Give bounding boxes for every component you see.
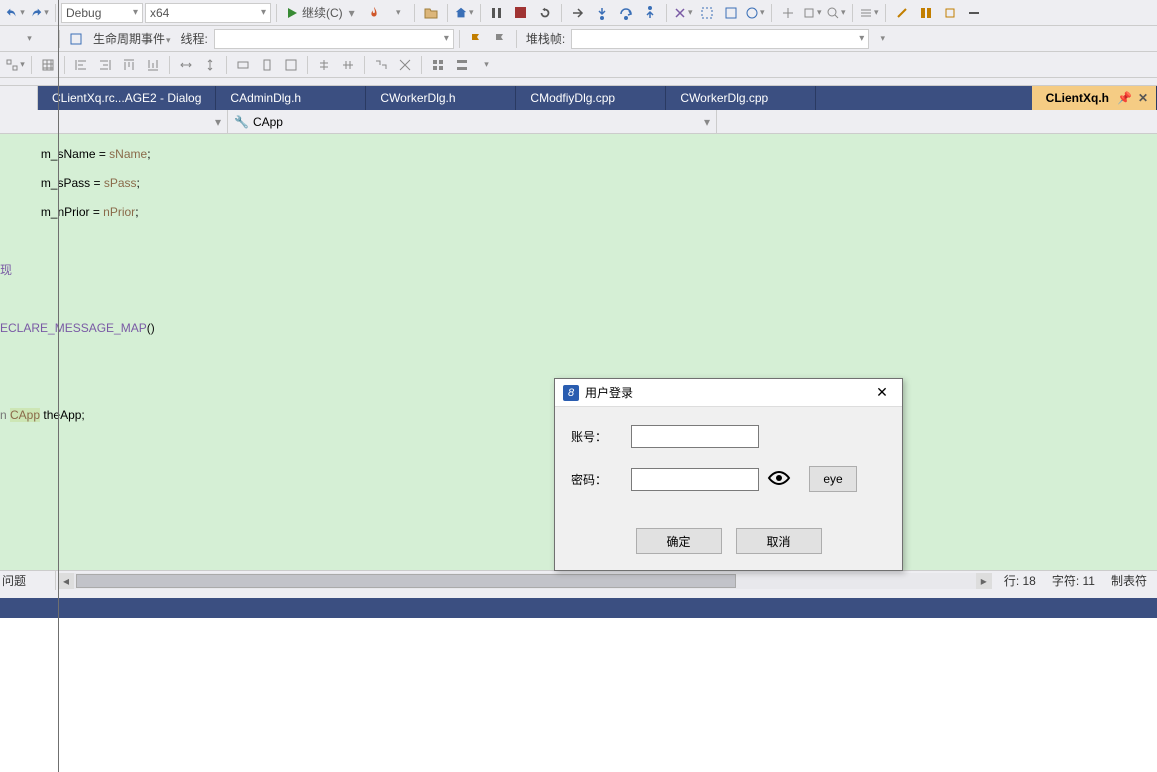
layout-more-icon[interactable]: [475, 54, 497, 76]
cancel-button[interactable]: 取消: [736, 528, 822, 554]
issues-indicator[interactable]: 问题: [0, 571, 56, 590]
stop-icon[interactable]: [510, 2, 532, 24]
tab-cworkerdlg-cpp[interactable]: CWorkerDlg.cpp: [666, 86, 816, 110]
dialog-title: 用户登录: [585, 384, 870, 401]
status-tabs: 制表符: [1111, 572, 1147, 589]
step-out-icon[interactable]: [639, 2, 661, 24]
restart-icon[interactable]: [534, 2, 556, 24]
pause-icon[interactable]: [486, 2, 508, 24]
status-line: 行: 18: [1004, 572, 1036, 589]
tool-d-icon[interactable]: [858, 2, 880, 24]
continue-button[interactable]: 继续(C)▾: [282, 2, 361, 24]
scope-dropdown-left[interactable]: ▾: [0, 110, 228, 133]
guides-icon[interactable]: [394, 54, 416, 76]
vertical-divider: [58, 0, 59, 772]
open-folder-icon[interactable]: [420, 2, 442, 24]
hot-reload-icon[interactable]: [363, 2, 385, 24]
ok-button[interactable]: 确定: [636, 528, 722, 554]
layout-list-icon[interactable]: [451, 54, 473, 76]
thread-dropdown[interactable]: [214, 29, 454, 49]
layout-tool-1[interactable]: [4, 54, 26, 76]
align-right-icon[interactable]: [94, 54, 116, 76]
process-dropdown[interactable]: [4, 28, 54, 50]
tab-cadmindlg-h[interactable]: CAdminDlg.h: [216, 86, 366, 110]
step-into-icon[interactable]: [591, 2, 613, 24]
same-size-icon[interactable]: [280, 54, 302, 76]
center-v-icon[interactable]: [337, 54, 359, 76]
account-label: 账号：: [571, 428, 631, 445]
tool-f-icon[interactable]: [915, 2, 937, 24]
thread-label: 线程:: [181, 30, 208, 47]
tool-h-icon[interactable]: [963, 2, 985, 24]
password-label: 密码：: [571, 471, 631, 488]
grid-icon[interactable]: [37, 54, 59, 76]
same-width-icon[interactable]: [232, 54, 254, 76]
tab-cworkerdlg-h[interactable]: CWorkerDlg.h: [366, 86, 516, 110]
dialog-titlebar[interactable]: 8 用户登录 ✕: [555, 379, 902, 407]
eye-icon[interactable]: [767, 470, 791, 489]
hot-reload-dropdown[interactable]: [387, 2, 409, 24]
redo-button[interactable]: [28, 2, 50, 24]
align-bottom-icon[interactable]: [142, 54, 164, 76]
bottom-panel-strip: [0, 598, 1157, 618]
app-icon: 8: [563, 385, 579, 401]
tab-clientxq-h[interactable]: CLientXq.h📌✕: [1032, 86, 1157, 110]
editor-bottom-bar: 问题 ◂ ▸ 行: 18 字符: 11 制表符: [0, 570, 1157, 590]
class-dropdown[interactable]: 🔧CApp▾: [228, 110, 717, 133]
tool-b-icon[interactable]: [801, 2, 823, 24]
space-v-icon[interactable]: [199, 54, 221, 76]
center-h-icon[interactable]: [313, 54, 335, 76]
toolbar-row-2: 生命周期事件 线程: 堆栈帧:: [0, 26, 1157, 52]
same-height-icon[interactable]: [256, 54, 278, 76]
toolbar-row-3: [0, 52, 1157, 78]
lifecycle-label[interactable]: 生命周期事件: [93, 30, 171, 47]
undo-button[interactable]: [4, 2, 26, 24]
debug-tool-1-icon[interactable]: [672, 2, 694, 24]
stackframe-label: 堆栈帧:: [526, 30, 565, 47]
tool-e-icon[interactable]: [891, 2, 913, 24]
pin-icon[interactable]: 📌: [1117, 91, 1132, 105]
horizontal-scrollbar[interactable]: ◂ ▸: [58, 573, 992, 589]
home-icon[interactable]: [453, 2, 475, 24]
document-tab-strip: CLientXq.rc...AGE2 - Dialog CAdminDlg.h …: [0, 86, 1157, 110]
account-input[interactable]: [631, 425, 759, 448]
tool-c-icon[interactable]: [825, 2, 847, 24]
debug-tool-2-icon[interactable]: [696, 2, 718, 24]
scroll-thumb[interactable]: [76, 574, 736, 588]
platform-dropdown[interactable]: x64: [145, 3, 271, 23]
config-dropdown[interactable]: Debug: [61, 3, 143, 23]
stackframe-nav[interactable]: [871, 28, 893, 50]
member-dropdown[interactable]: [717, 110, 1157, 133]
tab-dialog-resource[interactable]: CLientXq.rc...AGE2 - Dialog: [38, 86, 216, 110]
scroll-left-icon[interactable]: ◂: [58, 573, 74, 589]
space-h-icon[interactable]: [175, 54, 197, 76]
tool-a-icon[interactable]: [777, 2, 799, 24]
navigation-bar: ▾ 🔧CApp▾: [0, 110, 1157, 134]
align-top-icon[interactable]: [118, 54, 140, 76]
lifecycle-icon[interactable]: [65, 28, 87, 50]
layout-grid-icon[interactable]: [427, 54, 449, 76]
eye-button[interactable]: eye: [809, 466, 857, 492]
tab-cmodfiydlg-cpp[interactable]: CModfiyDlg.cpp: [516, 86, 666, 110]
class-icon: 🔧: [234, 115, 249, 129]
flag-icon-2[interactable]: [489, 28, 511, 50]
stackframe-dropdown[interactable]: [571, 29, 869, 49]
password-input[interactable]: [631, 468, 759, 491]
show-next-statement-icon[interactable]: [567, 2, 589, 24]
align-left-icon[interactable]: [70, 54, 92, 76]
flag-icon-1[interactable]: [465, 28, 487, 50]
debug-tool-3-icon[interactable]: [720, 2, 742, 24]
toolbar-row-1: Debug x64 继续(C)▾: [0, 0, 1157, 26]
step-over-icon[interactable]: [615, 2, 637, 24]
debug-tool-4-icon[interactable]: [744, 2, 766, 24]
tool-g-icon[interactable]: [939, 2, 961, 24]
status-char: 字符: 11: [1052, 572, 1095, 589]
scroll-right-icon[interactable]: ▸: [976, 573, 992, 589]
dialog-close-icon[interactable]: ✕: [870, 384, 894, 401]
close-icon[interactable]: ✕: [1138, 91, 1148, 105]
login-dialog: 8 用户登录 ✕ 账号： 密码： eye 确定 取消: [554, 378, 903, 571]
tab-order-icon[interactable]: [370, 54, 392, 76]
